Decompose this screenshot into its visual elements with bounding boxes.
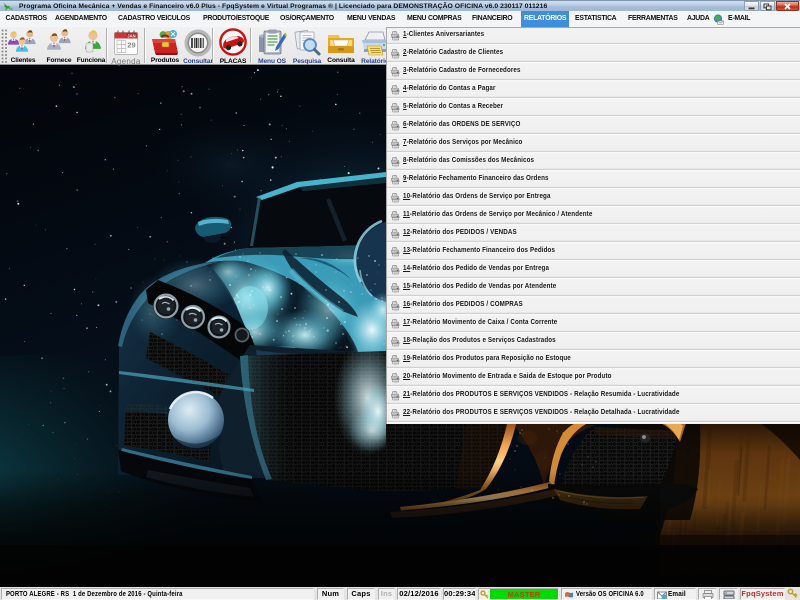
svg-text:29: 29 <box>127 41 135 50</box>
